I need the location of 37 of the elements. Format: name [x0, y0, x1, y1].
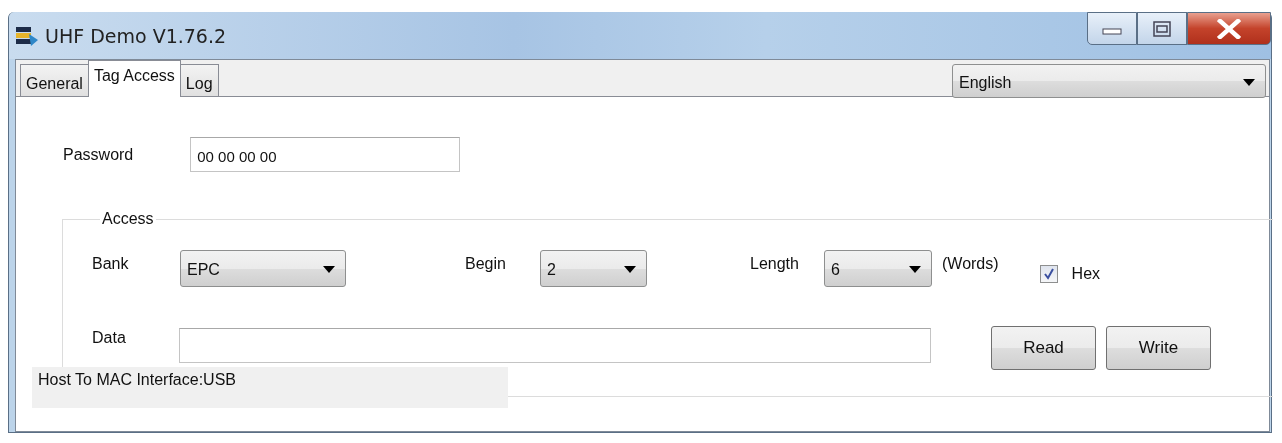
app-icon [15, 24, 39, 47]
combo-value: 6 [831, 261, 840, 279]
dropdown-arrow-icon [909, 266, 921, 274]
dropdown-arrow-icon [323, 266, 335, 274]
bank-dropdown[interactable]: EPC [180, 249, 346, 287]
hex-label: Hex [1071, 265, 1101, 283]
data-label: Data [92, 329, 127, 347]
window-title: UHF Demo V1.76.2 [45, 24, 227, 47]
data-field[interactable] [179, 327, 931, 363]
password-label: Password [63, 145, 134, 164]
dropdown-arrow-icon [1243, 79, 1255, 87]
begin-label: Begin [465, 255, 507, 273]
check-icon [1042, 268, 1055, 280]
close-button[interactable] [1187, 12, 1271, 45]
language-dropdown[interactable]: English [952, 64, 1266, 98]
close-icon [1217, 18, 1241, 39]
action-button[interactable]: Read [991, 326, 1096, 370]
tab[interactable]: Log [179, 64, 219, 96]
tab[interactable]: Tag Access [87, 60, 181, 97]
hex-checkbox[interactable] [1039, 265, 1058, 283]
access-group-title: Access [101, 210, 155, 228]
dropdown-arrow-icon [624, 266, 636, 274]
minimize-button[interactable] [1087, 12, 1137, 45]
bank-label: Bank [92, 255, 130, 273]
maximize-button[interactable] [1137, 12, 1187, 45]
unit-label: (Words) [942, 255, 999, 273]
length-dropdown[interactable]: 6 [824, 249, 932, 287]
status-bar: Host To MAC Interface:USB [32, 367, 508, 408]
combo-value: 2 [547, 261, 556, 279]
maximize-icon [1152, 19, 1172, 38]
combo-value: EPC [187, 261, 220, 279]
length-label: Length [750, 255, 800, 273]
password-field[interactable]: 00 00 00 00 [190, 137, 461, 172]
action-button[interactable]: Write [1106, 326, 1211, 370]
combo-value: English [959, 74, 1012, 92]
begin-dropdown[interactable]: 2 [540, 249, 647, 287]
tab[interactable]: General [20, 64, 89, 96]
